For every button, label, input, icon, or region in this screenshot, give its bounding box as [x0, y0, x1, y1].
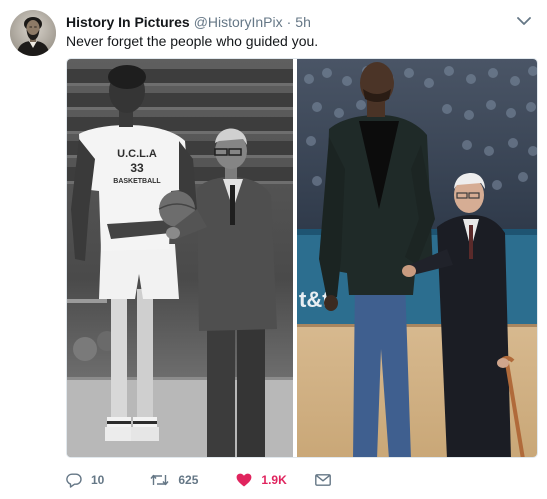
reply-button[interactable]: 10	[66, 472, 105, 488]
separator-dot: ·	[286, 14, 292, 30]
left-photo: U.C.L.A 33 BASKETBALL	[67, 59, 293, 457]
direct-message-button[interactable]	[314, 474, 331, 486]
avatar[interactable]	[10, 10, 56, 56]
heart-icon	[236, 473, 252, 487]
lincoln-portrait-image	[10, 10, 56, 56]
like-button[interactable]: 1.9K	[236, 473, 287, 487]
tweet-header: History In Pictures @HistoryInPix · 5h	[66, 12, 535, 32]
tweet-media[interactable]: U.C.L.A 33 BASKETBALL t&t	[66, 58, 538, 458]
tweet-card: History In Pictures @HistoryInPix · 5h N…	[0, 0, 547, 499]
timestamp[interactable]: 5h	[295, 14, 311, 30]
reply-count: 10	[91, 473, 105, 487]
right-photo: t&t	[297, 59, 537, 457]
retweet-count: 625	[178, 473, 199, 487]
tweet-text: Never forget the people who guided you.	[66, 33, 319, 49]
envelope-icon	[314, 474, 331, 486]
reply-icon	[66, 472, 82, 488]
chevron-down-icon[interactable]	[515, 12, 533, 30]
jersey-number-text: 33	[130, 161, 144, 175]
retweet-button[interactable]: 625	[150, 473, 198, 487]
tweet-actions: 10 625 1.9K	[66, 470, 371, 490]
jersey-word-text: BASKETBALL	[113, 178, 161, 185]
user-handle[interactable]: @HistoryInPix	[194, 14, 283, 30]
jersey-school-text: U.C.L.A	[117, 148, 157, 160]
retweet-icon	[150, 474, 169, 486]
display-name[interactable]: History In Pictures	[66, 14, 190, 30]
like-count: 1.9K	[261, 473, 287, 487]
